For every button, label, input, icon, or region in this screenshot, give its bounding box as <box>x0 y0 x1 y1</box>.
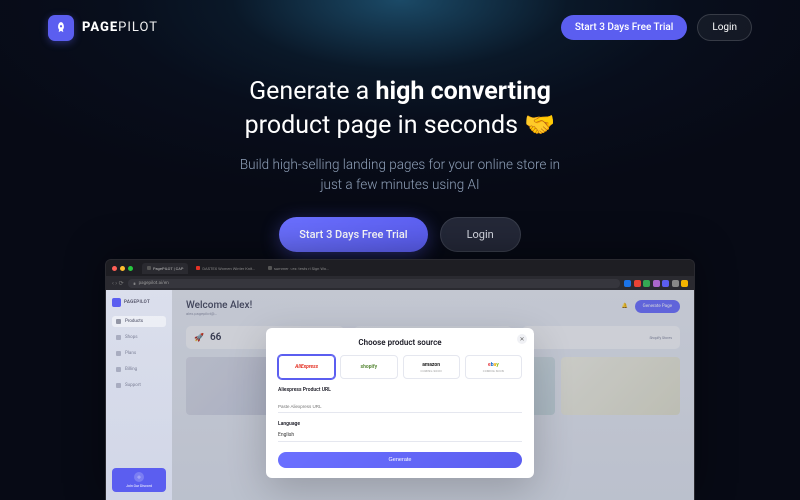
source-shopify[interactable]: shopify <box>340 355 397 379</box>
extension-icon[interactable] <box>662 280 669 287</box>
amazon-logo: amazon <box>422 362 440 368</box>
url-input[interactable]: pagepilot.ai/en <box>128 279 620 288</box>
source-aliexpress[interactable]: AliExpress <box>278 355 335 379</box>
hero-trial-button[interactable]: Start 3 Days Free Trial <box>279 217 427 252</box>
logo[interactable]: PAGEPILOT <box>48 15 158 41</box>
discord-button[interactable]: ◎ Join Our Discord <box>112 468 166 492</box>
product-url-input[interactable] <box>278 401 522 413</box>
header-login-button[interactable]: Login <box>697 14 752 41</box>
browser-addressbar: ‹ › ⟳ pagepilot.ai/en <box>106 276 694 290</box>
discord-icon: ◎ <box>134 472 144 482</box>
extension-icon[interactable] <box>653 280 660 287</box>
extension-icon[interactable] <box>624 280 631 287</box>
browser-tab[interactable]: summer ~ex: tests ri Sign Wo… <box>263 263 334 274</box>
tab-favicon <box>196 266 200 270</box>
rocket-icon <box>48 15 74 41</box>
browser-tab[interactable]: DASTEX Women Winter Knit… <box>191 263 259 274</box>
language-select[interactable]: English <box>278 429 522 442</box>
app-logo-text: PAGEPILOT <box>124 300 150 305</box>
nav-arrows[interactable]: ‹ › ⟳ <box>112 280 124 287</box>
lock-icon <box>133 282 136 285</box>
logo-text: PAGEPILOT <box>82 20 158 35</box>
modal-title: Choose product source <box>278 338 522 347</box>
rocket-icon <box>112 298 121 307</box>
coming-soon-label: COMING SOON <box>421 369 442 373</box>
extension-icon[interactable] <box>681 280 688 287</box>
extension-icon[interactable] <box>634 280 641 287</box>
url-label: Aliexpress Product URL <box>278 387 522 393</box>
sidebar-item-support[interactable]: Support <box>112 380 166 391</box>
sidebar-item-shops[interactable]: Shops <box>112 332 166 343</box>
header-actions: Start 3 Days Free Trial Login <box>561 14 752 41</box>
source-options: AliExpress shopify amazon COMING SOON eb… <box>278 355 522 379</box>
ebay-logo: ebay <box>488 362 499 368</box>
close-icon[interactable]: ✕ <box>517 334 527 344</box>
sidebar-item-products[interactable]: Products <box>112 316 166 327</box>
support-icon <box>116 383 121 388</box>
aliexpress-logo: AliExpress <box>295 364 318 370</box>
app-viewport: PAGEPILOT Products Shops Plans Billing S… <box>106 290 694 500</box>
generate-button[interactable]: Generate <box>278 452 522 468</box>
hero-actions: Start 3 Days Free Trial Login <box>40 217 760 252</box>
sidebar-item-billing[interactable]: Billing <box>112 364 166 375</box>
close-dot <box>112 266 117 271</box>
coming-soon-label: COMING SOON <box>483 369 504 373</box>
hero: Generate a high converting product page … <box>0 41 800 270</box>
tab-favicon <box>147 266 151 270</box>
app-logo[interactable]: PAGEPILOT <box>112 298 166 307</box>
plans-icon <box>116 351 121 356</box>
extension-icons <box>624 280 688 287</box>
product-source-modal: ✕ Choose product source AliExpress shopi… <box>266 328 534 478</box>
billing-icon <box>116 367 121 372</box>
extension-icon[interactable] <box>672 280 679 287</box>
browser-tabbar: PagePILOT | CAP DASTEX Women Winter Knit… <box>106 260 694 276</box>
traffic-lights <box>112 266 133 271</box>
minimize-dot <box>120 266 125 271</box>
hero-login-button[interactable]: Login <box>440 217 521 252</box>
tab-favicon <box>268 266 272 270</box>
site-header: PAGEPILOT Start 3 Days Free Trial Login <box>0 0 800 41</box>
shopify-logo: shopify <box>361 364 378 370</box>
source-amazon[interactable]: amazon COMING SOON <box>403 355 460 379</box>
shop-icon <box>116 335 121 340</box>
zoom-dot <box>128 266 133 271</box>
language-label: Language <box>278 421 522 427</box>
browser-mockup: PagePILOT | CAP DASTEX Women Winter Knit… <box>105 259 695 500</box>
handshake-emoji: 🤝 <box>524 111 555 140</box>
source-ebay[interactable]: ebay COMING SOON <box>465 355 522 379</box>
browser-tab[interactable]: PagePILOT | CAP <box>142 263 188 274</box>
hero-subtitle: Build high-selling landing pages for you… <box>40 155 760 196</box>
header-trial-button[interactable]: Start 3 Days Free Trial <box>561 15 687 40</box>
extension-icon[interactable] <box>643 280 650 287</box>
app-sidebar: PAGEPILOT Products Shops Plans Billing S… <box>106 290 172 500</box>
sidebar-item-plans[interactable]: Plans <box>112 348 166 359</box>
hero-title: Generate a high converting product page … <box>40 75 760 143</box>
box-icon <box>116 319 121 324</box>
